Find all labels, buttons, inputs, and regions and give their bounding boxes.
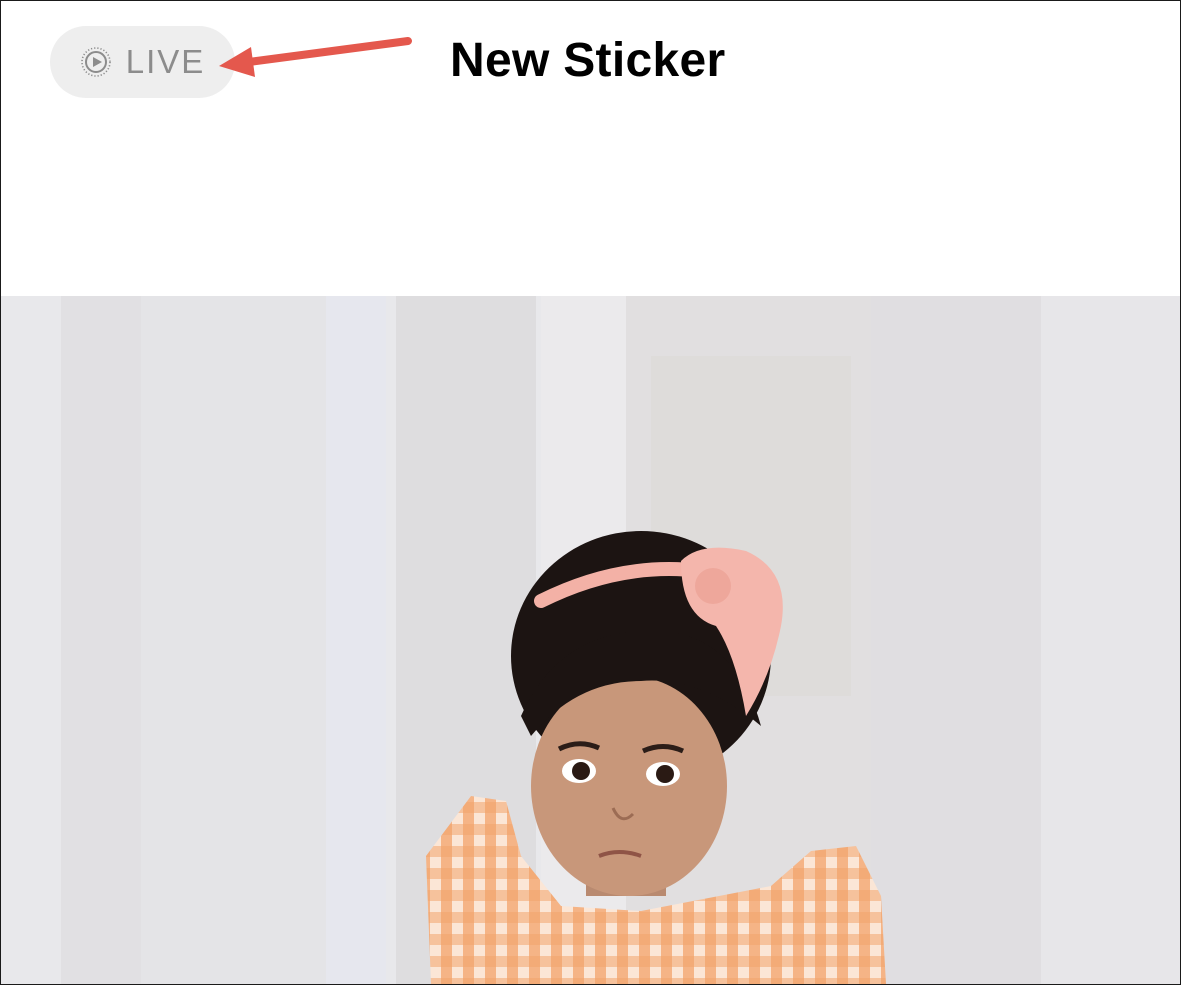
- sticker-header: LIVE New Sticker: [1, 1, 1180, 296]
- photo-preview: [1, 296, 1180, 984]
- screenshot-frame: LIVE New Sticker: [0, 0, 1181, 985]
- live-photo-icon: [80, 47, 111, 77]
- live-label: LIVE: [125, 43, 206, 80]
- page-title: New Sticker: [450, 34, 726, 87]
- photo-image: [1, 296, 1180, 984]
- annotation-arrow: [219, 37, 412, 77]
- live-button[interactable]: LIVE: [50, 26, 235, 98]
